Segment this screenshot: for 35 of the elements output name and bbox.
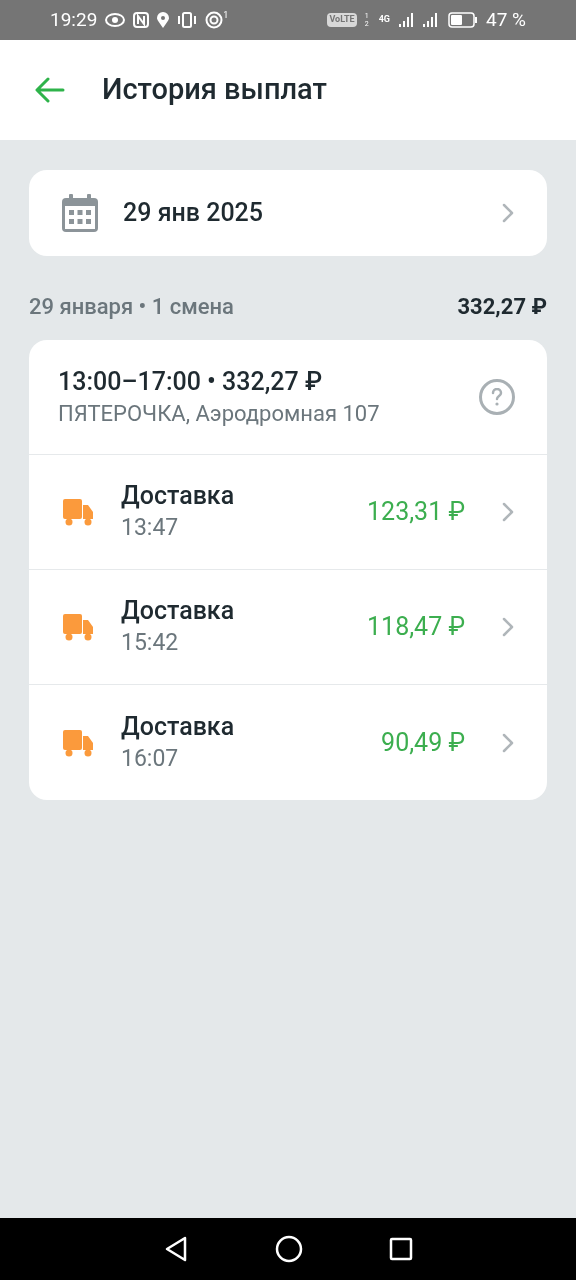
day-total: 332,27 ₽ <box>457 293 547 321</box>
day-summary: 29 января • 1 смена <box>29 293 234 321</box>
status-time: 19:29 <box>50 6 98 33</box>
payout-row[interactable]: Доставка 13:47 123,31 ₽ <box>29 455 547 570</box>
hotspot-icon <box>205 11 224 29</box>
recents-nav-icon[interactable] <box>389 1237 413 1261</box>
payout-row[interactable]: Доставка 15:42 118,47 ₽ <box>29 570 547 685</box>
battery-level: 47 % <box>486 6 526 33</box>
shift-title: 13:00–17:00 • 332,27 ₽ <box>58 366 324 398</box>
signal-icon <box>398 12 414 28</box>
truck-icon <box>61 612 95 642</box>
payout-row[interactable]: Доставка 16:07 90,49 ₽ <box>29 685 547 800</box>
eye-icon <box>105 13 126 27</box>
store-address: ПЯТЕРОЧКА, Аэродромная 107 <box>58 400 381 428</box>
chevron-icon <box>501 202 515 224</box>
calendar-icon <box>61 193 99 233</box>
location-icon <box>157 12 170 28</box>
network-type: 4G <box>378 13 390 27</box>
chevron-icon <box>501 501 515 523</box>
home-nav-icon[interactable] <box>275 1235 303 1263</box>
truck-icon <box>61 497 95 527</box>
battery-icon <box>448 12 478 28</box>
vibrate-icon <box>177 12 198 28</box>
date-picker[interactable]: 29 янв 2025 <box>29 170 547 256</box>
hotspot-count: 1 <box>223 11 229 20</box>
question-icon <box>491 388 503 406</box>
truck-icon <box>61 727 95 758</box>
back-arrow-icon <box>35 77 65 103</box>
back-nav-icon[interactable] <box>163 1235 189 1263</box>
page-title: История выплат <box>102 71 327 109</box>
chevron-icon <box>501 616 515 638</box>
chevron-icon <box>501 731 515 754</box>
nfc-icon <box>133 12 150 28</box>
volte-badge: VoLTE <box>327 13 357 27</box>
signal-icon <box>422 12 440 28</box>
